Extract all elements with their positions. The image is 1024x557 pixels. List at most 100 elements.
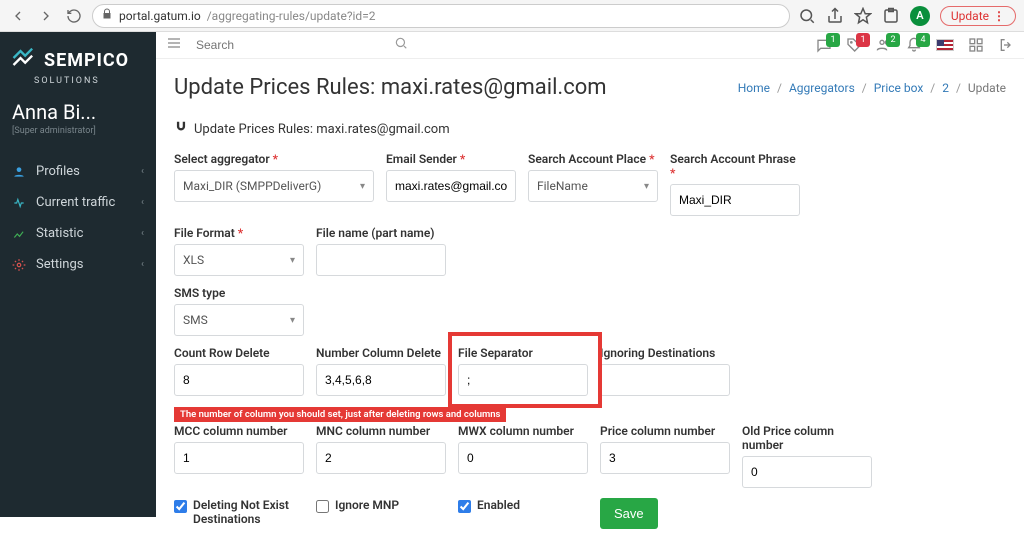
search-page-icon[interactable]: [798, 7, 816, 25]
topbar-grid-icon[interactable]: [968, 37, 984, 53]
email-sender-value[interactable]: [395, 179, 507, 193]
forward-button[interactable]: [36, 6, 56, 26]
column-note: The number of column you should set, jus…: [174, 407, 506, 422]
breadcrumb-id[interactable]: 2: [942, 81, 949, 95]
mnc-input[interactable]: [316, 442, 446, 474]
file-separator-value[interactable]: [467, 373, 579, 387]
sidebar: SEMPICO SOLUTIONS Anna Bi... [Super admi…: [0, 32, 156, 517]
ignoring-dest-input[interactable]: [600, 364, 730, 396]
chevron-down-icon: ▾: [644, 181, 649, 192]
menu-toggle-icon[interactable]: [166, 35, 182, 55]
mcc-input[interactable]: [174, 442, 304, 474]
avatar-letter: A: [916, 9, 923, 22]
mcc-value[interactable]: [183, 451, 295, 465]
profiles-icon: [12, 165, 26, 179]
sidebar-item-current-traffic[interactable]: Current traffic ‹: [0, 187, 156, 218]
sub-header: Update Prices Rules: maxi.rates@gmail.co…: [156, 110, 1024, 152]
ignoring-dest-value[interactable]: [609, 373, 721, 387]
browser-toolbar-icons: A Update ⋮: [798, 6, 1016, 26]
select-aggregator-dropdown[interactable]: Maxi_DIR (SMPPDeliverG) ▾: [174, 170, 374, 202]
file-separator-input[interactable]: [458, 364, 588, 396]
old-price-value[interactable]: [751, 465, 863, 479]
mwx-input[interactable]: [458, 442, 588, 474]
number-col-delete-input[interactable]: [316, 364, 446, 396]
profile-avatar[interactable]: A: [910, 6, 930, 26]
sidebar-nav: Profiles ‹ Current traffic ‹ Statistic ‹: [0, 156, 156, 280]
count-row-delete-value[interactable]: [183, 373, 295, 387]
ignore-mnp-checkbox[interactable]: Ignore MNP: [316, 498, 446, 513]
sidebar-item-label: Profiles: [36, 164, 80, 179]
field-email-sender: Email Sender *: [386, 152, 516, 216]
field-file-format: File Format * XLS ▾: [174, 226, 304, 276]
sidebar-user: Anna Bi... [Super administrator]: [0, 86, 156, 142]
field-old-price: Old Price column number: [742, 424, 872, 488]
sidebar-item-profiles[interactable]: Profiles ‹: [0, 156, 156, 187]
file-name-value[interactable]: [325, 253, 437, 267]
field-mnc: MNC column number: [316, 424, 446, 488]
sidebar-item-settings[interactable]: Settings ‹: [0, 249, 156, 280]
topbar-tag-icon[interactable]: 1: [846, 37, 862, 53]
enabled-input[interactable]: [458, 500, 471, 513]
count-row-delete-input[interactable]: [174, 364, 304, 396]
search-account-place-dropdown[interactable]: FileName ▾: [528, 170, 658, 202]
breadcrumb-home[interactable]: Home: [738, 81, 770, 95]
browser-chrome: portal.gatum.io/aggregating-rules/update…: [0, 0, 1024, 32]
topbar-search[interactable]: [192, 32, 412, 58]
star-icon[interactable]: [854, 7, 872, 25]
search-account-phrase-value[interactable]: [679, 193, 791, 207]
old-price-input[interactable]: [742, 456, 872, 488]
field-label: SMS type: [174, 286, 304, 300]
sms-type-value: SMS: [183, 313, 208, 327]
field-label: MNC column number: [316, 424, 446, 438]
back-button[interactable]: [8, 6, 28, 26]
page-header: Update Prices Rules: maxi.rates@gmail.co…: [156, 59, 1024, 110]
traffic-icon: [12, 196, 26, 210]
breadcrumb-pricebox[interactable]: Price box: [874, 81, 924, 95]
save-button[interactable]: Save: [600, 498, 658, 529]
ignore-mnp-input[interactable]: [316, 500, 329, 513]
brand-name: SEMPICO: [44, 50, 129, 71]
file-name-input[interactable]: [316, 244, 446, 276]
browser-update-button[interactable]: Update ⋮: [940, 6, 1016, 26]
topbar-chat-icon[interactable]: 1: [816, 37, 832, 53]
sms-type-dropdown[interactable]: SMS ▾: [174, 304, 304, 336]
file-format-value: XLS: [183, 253, 204, 267]
reload-button[interactable]: [64, 6, 84, 26]
mnc-value[interactable]: [325, 451, 437, 465]
topbar-users-icon[interactable]: 2: [876, 37, 892, 53]
extensions-icon[interactable]: [882, 7, 900, 25]
search-icon[interactable]: [394, 36, 408, 54]
file-format-dropdown[interactable]: XLS ▾: [174, 244, 304, 276]
search-input[interactable]: [192, 32, 412, 58]
search-account-phrase-input[interactable]: [670, 184, 800, 216]
field-label: File name (part name): [316, 226, 446, 240]
topbar-bell-icon[interactable]: 4: [906, 37, 922, 53]
breadcrumb-aggregators[interactable]: Aggregators: [789, 81, 855, 95]
price-value[interactable]: [609, 451, 721, 465]
enabled-checkbox[interactable]: Enabled: [458, 498, 588, 513]
number-col-delete-value[interactable]: [325, 373, 437, 387]
badge-count: 1: [826, 33, 840, 47]
deleting-not-exist-label: Deleting Not Exist Destinations: [193, 498, 304, 526]
url-bar[interactable]: portal.gatum.io/aggregating-rules/update…: [92, 4, 790, 28]
select-aggregator-value: Maxi_DIR (SMPPDeliverG): [183, 179, 321, 193]
topbar-flag[interactable]: [936, 39, 954, 51]
deleting-not-exist-input[interactable]: [174, 500, 187, 513]
price-input[interactable]: [600, 442, 730, 474]
breadcrumb-current: Update: [968, 81, 1006, 95]
us-flag-icon: [936, 39, 954, 51]
field-sms-type: SMS type SMS ▾: [174, 286, 304, 336]
chevron-down-icon: ▾: [360, 181, 365, 192]
share-icon[interactable]: [826, 7, 844, 25]
sub-header-text: Update Prices Rules: maxi.rates@gmail.co…: [194, 122, 450, 137]
email-sender-input[interactable]: [386, 170, 516, 202]
chevron-left-icon: ‹: [141, 166, 144, 177]
badge-count: 1: [856, 33, 870, 47]
field-label: Number Column Delete: [316, 346, 446, 360]
deleting-not-exist-checkbox[interactable]: Deleting Not Exist Destinations: [174, 498, 304, 526]
field-label: File Format *: [174, 226, 304, 240]
page-title: Update Prices Rules: maxi.rates@gmail.co…: [174, 75, 607, 100]
mwx-value[interactable]: [467, 451, 579, 465]
topbar-logout-icon[interactable]: [998, 37, 1014, 53]
sidebar-item-statistic[interactable]: Statistic ‹: [0, 218, 156, 249]
